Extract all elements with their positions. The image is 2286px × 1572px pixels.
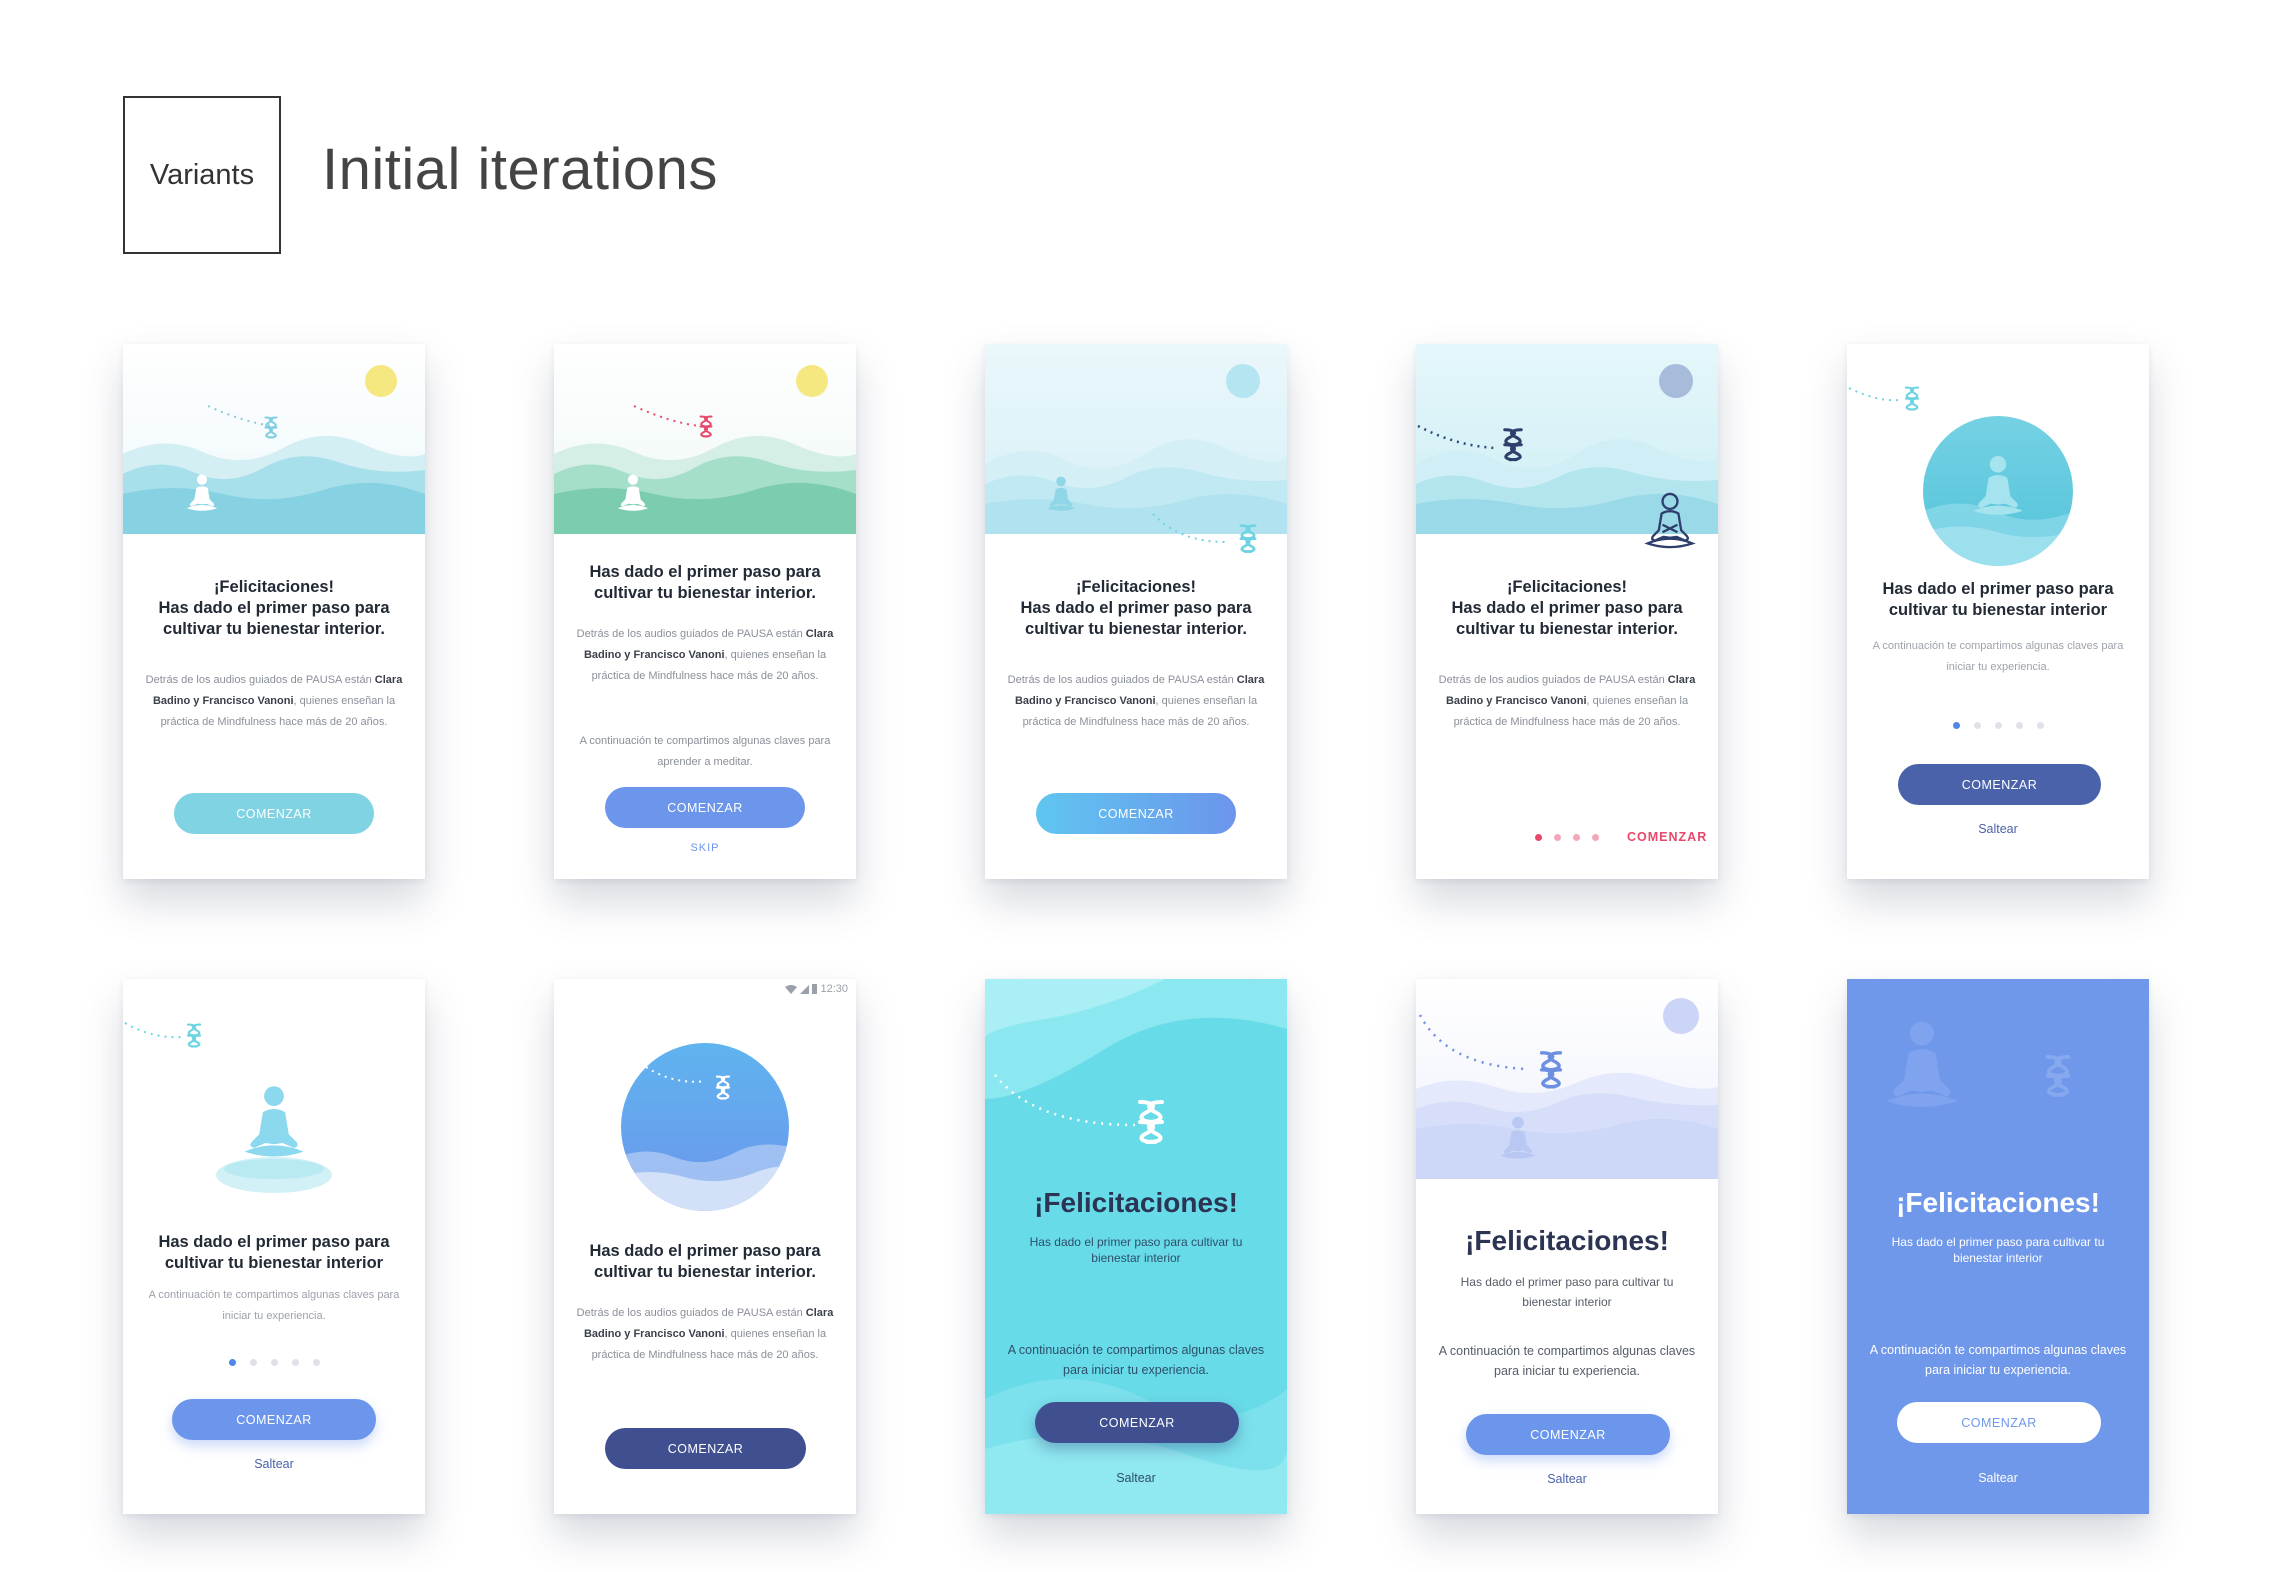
variant-card-5: Has dado el primer paso para cultivar tu…: [1847, 344, 2149, 879]
page-dot[interactable]: [250, 1359, 257, 1366]
sun-icon: [796, 365, 828, 397]
card-body: Detrás de los audios guiados de PAUSA es…: [145, 674, 403, 728]
comenzar-button[interactable]: COMENZAR: [605, 787, 805, 828]
card-heading: Has dado el primer paso para cultivar tu…: [158, 1233, 390, 1272]
page-dot[interactable]: [1592, 834, 1599, 841]
card-body: A continuación te compartimos algunas cl…: [1872, 640, 2124, 673]
card-heading: ¡Felicitaciones! Has dado el primer paso…: [1020, 578, 1252, 638]
page-indicator: [1535, 834, 1599, 841]
saltear-link[interactable]: Saltear: [985, 1471, 1287, 1485]
comenzar-button[interactable]: COMENZAR: [1036, 793, 1236, 834]
variants-label: Variants: [149, 158, 255, 191]
saltear-link[interactable]: Saltear: [123, 1457, 425, 1471]
sun-icon: [1226, 364, 1260, 398]
card-subheading: Has dado el primer paso para cultivar tu…: [1029, 1235, 1243, 1265]
sun-icon: [1659, 364, 1693, 398]
skip-link[interactable]: SKIP: [554, 842, 856, 854]
comenzar-button[interactable]: COMENZAR: [174, 793, 374, 834]
page-dot[interactable]: [2037, 722, 2044, 729]
header-illustration: [985, 344, 1287, 554]
header-illustration: [1416, 344, 1718, 549]
page-dot[interactable]: [271, 1359, 278, 1366]
card-body: A continuación te compartimos algunas cl…: [1438, 1344, 1696, 1378]
saltear-link[interactable]: Saltear: [1847, 822, 2149, 836]
variant-card-6: Has dado el primer paso para cultivar tu…: [123, 979, 425, 1514]
card-heading: ¡Felicitaciones!: [1896, 1187, 2100, 1218]
sun-icon: [365, 365, 397, 397]
card-heading: Has dado el primer paso para cultivar tu…: [589, 563, 821, 602]
card-heading: Has dado el primer paso para cultivar tu…: [589, 1242, 821, 1281]
variant-card-4: ¡Felicitaciones! Has dado el primer paso…: [1416, 344, 1718, 879]
variant-card-10: ¡Felicitaciones! Has dado el primer paso…: [1847, 979, 2149, 1514]
comenzar-button[interactable]: COMENZAR: [1466, 1414, 1670, 1455]
comenzar-button[interactable]: COMENZAR: [1035, 1402, 1239, 1443]
card-body: Detrás de los audios guiados de PAUSA es…: [1007, 674, 1265, 728]
card-body-2: A continuación te compartimos algunas cl…: [579, 735, 831, 768]
variant-card-1: 12:30 ¡Felicitaciones! Has dado el prime…: [123, 344, 425, 879]
variant-card-3: ¡Felicitaciones! Has dado el primer paso…: [985, 344, 1287, 879]
card-subheading: Has dado el primer paso para cultivar tu…: [1460, 1275, 1674, 1309]
background-illustration: [1847, 979, 2149, 1179]
saltear-link[interactable]: Saltear: [1847, 1471, 2149, 1485]
card-body: Detrás de los audios guiados de PAUSA es…: [576, 628, 834, 682]
page-indicator: [229, 1359, 320, 1366]
comenzar-button[interactable]: COMENZAR: [1627, 830, 1707, 844]
page-dot[interactable]: [229, 1359, 236, 1366]
variant-card-8: ¡Felicitaciones! Has dado el primer paso…: [985, 979, 1287, 1514]
card-heading: ¡Felicitaciones!: [1034, 1187, 1238, 1218]
page-dot[interactable]: [2016, 722, 2023, 729]
page-dot[interactable]: [1995, 722, 2002, 729]
header-illustration: [124, 1022, 332, 1193]
saltear-link[interactable]: Saltear: [1416, 1472, 1718, 1486]
meditating-person-icon: [244, 1086, 304, 1157]
page-dot[interactable]: [1573, 834, 1580, 841]
comenzar-button[interactable]: COMENZAR: [1898, 764, 2101, 805]
header-illustration: [123, 344, 425, 534]
pausa-logo-icon: [186, 1023, 202, 1048]
card-heading: Has dado el primer paso para cultivar tu…: [1882, 580, 2114, 619]
card-heading: ¡Felicitaciones!: [1465, 1225, 1669, 1256]
variant-card-7: 12:30 Has dado el primer paso para culti…: [554, 979, 856, 1514]
variants-box: Variants: [123, 96, 281, 254]
card-heading: ¡Felicitaciones! Has dado el primer paso…: [1451, 578, 1683, 638]
header-illustration: [1848, 386, 2073, 566]
page-indicator: [1953, 722, 2044, 729]
comenzar-button[interactable]: COMENZAR: [172, 1399, 376, 1440]
variant-card-2: 12:30 Has dado el primer paso para culti…: [554, 344, 856, 879]
card-subheading: Has dado el primer paso para cultivar tu…: [1891, 1235, 2105, 1265]
pausa-logo-icon: [1904, 386, 1920, 411]
header-illustration: [621, 1043, 789, 1211]
card-body: A continuación te compartimos algunas cl…: [148, 1289, 400, 1322]
card-body: Detrás de los audios guiados de PAUSA es…: [1438, 674, 1696, 728]
page-dot[interactable]: [1953, 722, 1960, 729]
page-dot[interactable]: [1974, 722, 1981, 729]
header-illustration: [554, 344, 856, 534]
variant-card-9: ¡Felicitaciones! Has dado el primer paso…: [1416, 979, 1718, 1514]
card-heading: ¡Felicitaciones! Has dado el primer paso…: [158, 578, 390, 638]
page-dot[interactable]: [1535, 834, 1542, 841]
sun-icon: [1663, 998, 1699, 1034]
card-body: A continuación te compartimos algunas cl…: [1007, 1343, 1265, 1377]
header-illustration: [1416, 979, 1718, 1179]
page-dot[interactable]: [313, 1359, 320, 1366]
card-body: Detrás de los audios guiados de PAUSA es…: [576, 1307, 834, 1361]
page-dot[interactable]: [292, 1359, 299, 1366]
comenzar-button[interactable]: COMENZAR: [605, 1428, 806, 1469]
card-body: A continuación te compartimos algunas cl…: [1869, 1343, 2127, 1377]
page-dot[interactable]: [1554, 834, 1561, 841]
comenzar-button[interactable]: COMENZAR: [1897, 1402, 2101, 1443]
page-title: Initial iterations: [322, 137, 718, 202]
